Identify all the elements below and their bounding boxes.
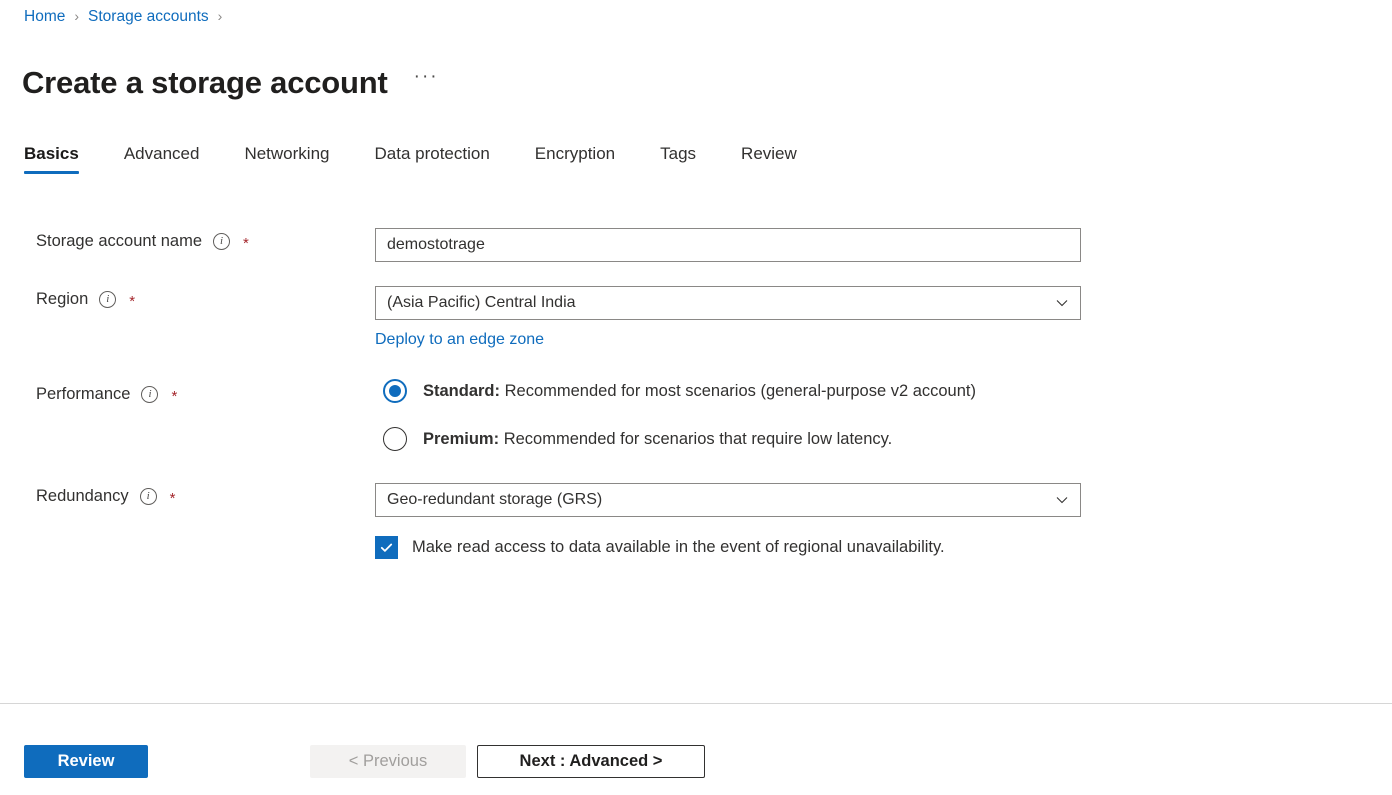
wizard-tabs: Basics Advanced Networking Data protecti…	[24, 144, 797, 186]
radio-indicator-premium[interactable]	[383, 427, 407, 451]
breadcrumb-item-storage-accounts[interactable]: Storage accounts	[88, 8, 209, 26]
region-control: (Asia Pacific) Central India Deploy to a…	[375, 286, 1392, 349]
deploy-edge-zone-link[interactable]: Deploy to an edge zone	[375, 331, 544, 349]
breadcrumb-chevron-icon: ›	[217, 8, 223, 24]
info-icon[interactable]: i	[139, 488, 157, 505]
chevron-down-icon	[1054, 492, 1070, 508]
checkbox-indicator-read-access[interactable]	[375, 536, 398, 559]
region-selected-value: (Asia Pacific) Central India	[387, 294, 576, 311]
wizard-footer: Review < Previous Next : Advanced >	[0, 704, 1392, 795]
redundancy-select[interactable]: Geo-redundant storage (GRS)	[375, 483, 1081, 517]
review-button[interactable]: Review	[24, 745, 148, 778]
info-icon[interactable]: i	[213, 233, 231, 250]
required-asterisk: *	[243, 235, 249, 252]
performance-control: Standard: Recommended for most scenarios…	[375, 379, 1392, 451]
info-icon[interactable]: i	[141, 386, 159, 403]
page-title: Create a storage account	[22, 64, 388, 100]
chevron-down-icon	[1054, 295, 1070, 311]
region-label-group: Region i *	[0, 286, 375, 309]
previous-button: < Previous	[310, 745, 466, 778]
radio-label-standard: Standard: Recommended for most scenarios…	[423, 382, 976, 401]
radio-label-standard-desc: Recommended for most scenarios (general-…	[500, 381, 976, 400]
storage-account-name-label-group: Storage account name i *	[0, 228, 375, 251]
redundancy-control: Geo-redundant storage (GRS) Make read ac…	[375, 483, 1392, 559]
required-asterisk: *	[129, 293, 136, 310]
field-storage-account-name: Storage account name i *	[0, 228, 1392, 262]
required-asterisk: *	[171, 388, 178, 405]
radio-performance-premium[interactable]: Premium: Recommended for scenarios that …	[383, 427, 1392, 451]
radio-label-premium-bold: Premium:	[423, 429, 500, 448]
tab-advanced[interactable]: Advanced	[124, 144, 200, 174]
breadcrumb-chevron-icon: ›	[74, 8, 80, 24]
field-redundancy: Redundancy i * Geo-redundant storage (GR…	[0, 483, 1392, 559]
checkbox-label-read-access: Make read access to data available in th…	[412, 538, 945, 556]
performance-label: Performance	[36, 385, 131, 403]
next-advanced-button[interactable]: Next : Advanced >	[477, 745, 705, 778]
tab-networking[interactable]: Networking	[244, 144, 329, 174]
storage-account-name-label: Storage account name	[36, 232, 203, 250]
tab-data-protection[interactable]: Data protection	[375, 144, 490, 174]
radio-indicator-standard[interactable]	[383, 379, 407, 403]
tab-review[interactable]: Review	[741, 144, 797, 174]
field-performance: Performance i * Standard: Recommended fo…	[0, 379, 1392, 451]
region-label: Region	[36, 290, 89, 308]
tab-encryption[interactable]: Encryption	[535, 144, 615, 174]
field-region: Region i * (Asia Pacific) Central India …	[0, 286, 1392, 349]
radio-label-premium: Premium: Recommended for scenarios that …	[423, 430, 892, 449]
tab-basics[interactable]: Basics	[24, 144, 79, 174]
storage-account-name-control	[375, 228, 1392, 262]
tab-tags[interactable]: Tags	[660, 144, 696, 174]
radio-label-standard-bold: Standard:	[423, 381, 501, 400]
required-asterisk: *	[169, 490, 176, 507]
breadcrumb-item-home[interactable]: Home	[24, 8, 65, 26]
breadcrumb: Home › Storage accounts ›	[24, 5, 231, 29]
basics-form: Storage account name i * Region i * (Asi…	[0, 228, 1392, 559]
redundancy-label: Redundancy	[36, 487, 129, 505]
storage-account-name-input[interactable]	[375, 228, 1081, 262]
more-options-icon[interactable]: ···	[414, 66, 439, 88]
performance-label-group: Performance i *	[0, 379, 375, 404]
info-icon[interactable]: i	[99, 291, 117, 308]
page-header: Create a storage account ···	[22, 44, 439, 121]
redundancy-selected-value: Geo-redundant storage (GRS)	[387, 491, 603, 508]
radio-label-premium-desc: Recommended for scenarios that require l…	[499, 429, 893, 448]
checkbox-read-access[interactable]: Make read access to data available in th…	[375, 536, 1392, 559]
redundancy-label-group: Redundancy i *	[0, 483, 375, 506]
radio-performance-standard[interactable]: Standard: Recommended for most scenarios…	[383, 379, 1392, 403]
region-select[interactable]: (Asia Pacific) Central India	[375, 286, 1081, 320]
